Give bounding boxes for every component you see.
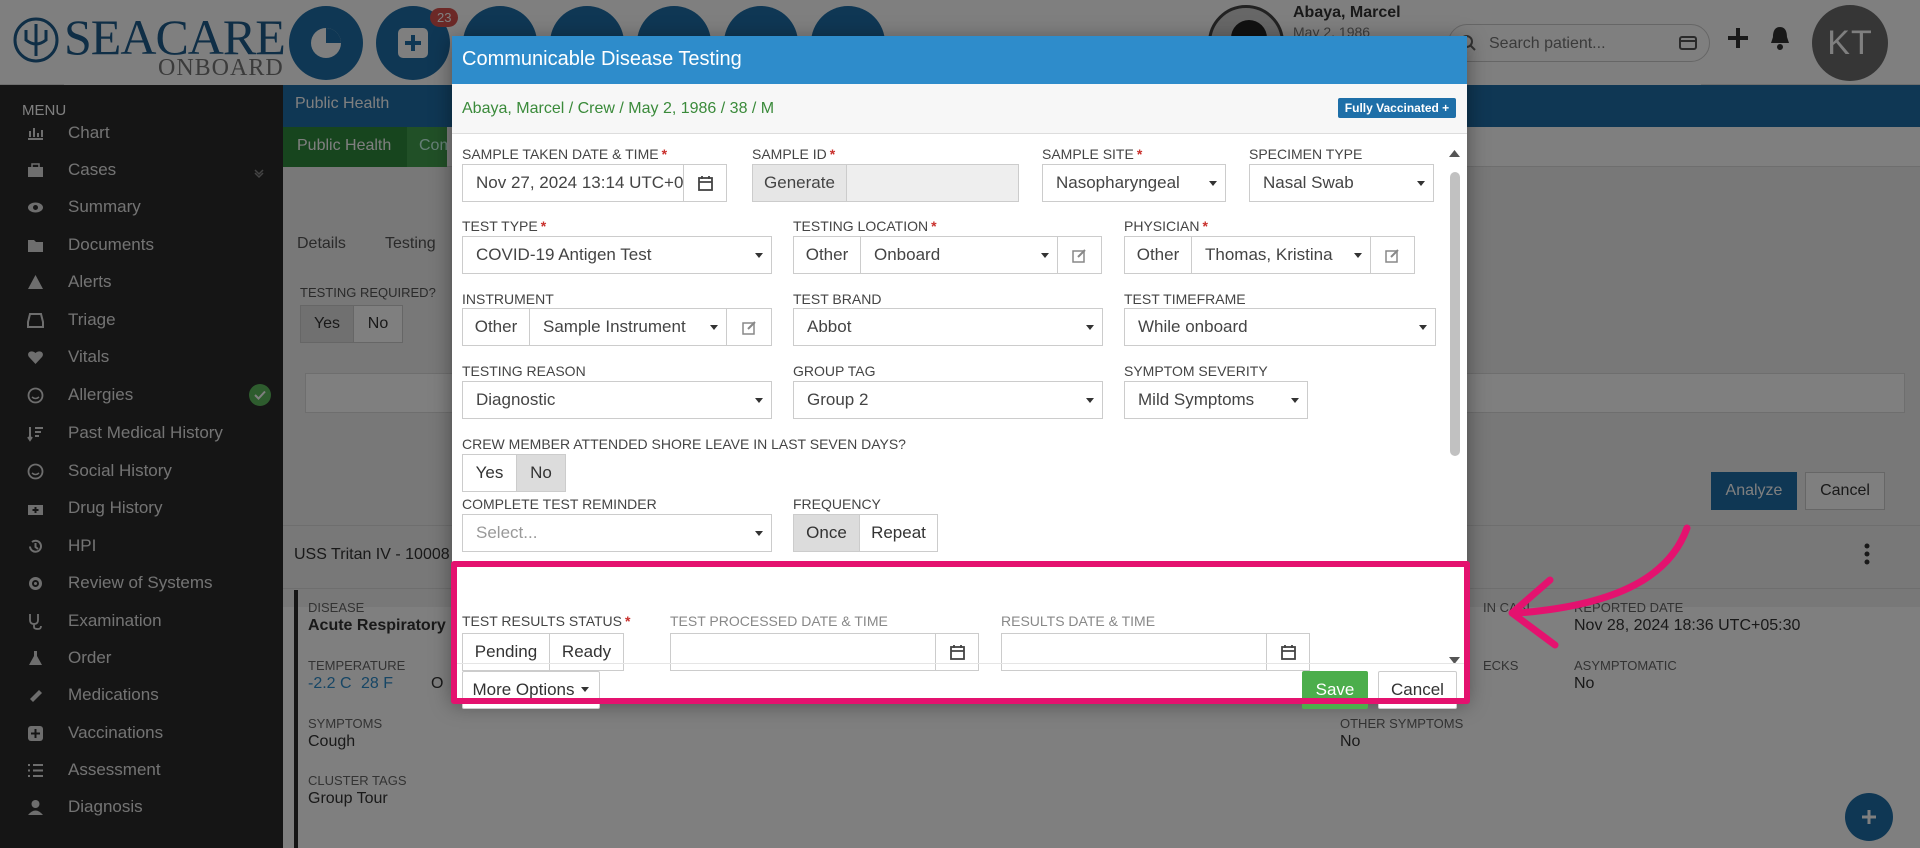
chevron-down-icon: [755, 398, 763, 403]
chevron-down-icon: [1291, 398, 1299, 403]
testing-location-label: TESTING LOCATION *: [793, 218, 937, 234]
instrument-other-button[interactable]: Other: [462, 308, 530, 346]
generate-sample-id-button[interactable]: Generate: [752, 164, 847, 202]
frequency-once[interactable]: Once: [793, 514, 860, 552]
physician-other-button[interactable]: Other: [1124, 236, 1192, 274]
test-brand-label: TEST BRAND: [793, 291, 882, 307]
shore-leave-yes[interactable]: Yes: [462, 454, 517, 492]
modal-scrollbar[interactable]: [1447, 144, 1462, 604]
chevron-down-icon: [1417, 181, 1425, 186]
group-tag-label: GROUP TAG: [793, 363, 876, 379]
frequency-label: FREQUENCY: [793, 496, 881, 512]
edit-icon: [1385, 248, 1399, 263]
chevron-down-icon: [1419, 325, 1427, 330]
chevron-down-icon: [1354, 253, 1362, 258]
test-brand-select[interactable]: Abbot: [793, 308, 1103, 346]
calendar-icon: [697, 176, 713, 191]
test-brand-value: Abbot: [807, 317, 852, 336]
sample-id-label: SAMPLE ID *: [752, 146, 836, 162]
symptom-severity-select[interactable]: Mild Symptoms: [1124, 381, 1308, 419]
test-timeframe-select[interactable]: While onboard: [1124, 308, 1436, 346]
chevron-down-icon: [1209, 181, 1217, 186]
testing-location-select[interactable]: Onboard: [860, 236, 1058, 274]
specimen-type-label: SPECIMEN TYPE: [1249, 146, 1363, 162]
shore-leave-label: CREW MEMBER ATTENDED SHORE LEAVE IN LAST…: [462, 436, 906, 452]
modal-title: Communicable Disease Testing: [452, 36, 1467, 84]
instrument-label: INSTRUMENT: [462, 291, 554, 307]
test-type-select[interactable]: COVID-19 Antigen Test: [462, 236, 772, 274]
sample-site-select[interactable]: Nasopharyngeal: [1042, 164, 1226, 202]
physician-select[interactable]: Thomas, Kristina: [1191, 236, 1371, 274]
physician-edit-button[interactable]: [1370, 236, 1415, 274]
test-timeframe-value: While onboard: [1138, 317, 1248, 336]
chevron-down-icon: [1086, 398, 1094, 403]
group-tag-select[interactable]: Group 2: [793, 381, 1103, 419]
testing-location-edit-button[interactable]: [1057, 236, 1102, 274]
specimen-type-select[interactable]: Nasal Swab: [1249, 164, 1434, 202]
test-type-label: TEST TYPE *: [462, 218, 547, 234]
physician-value: Thomas, Kristina: [1205, 245, 1333, 264]
testing-reason-value: Diagnostic: [476, 390, 556, 409]
testing-location-other-button[interactable]: Other: [793, 236, 861, 274]
test-timeframe-label: TEST TIMEFRAME: [1124, 291, 1246, 307]
chevron-down-icon: [755, 253, 763, 258]
sample-taken-label: SAMPLE TAKEN DATE & TIME *: [462, 146, 668, 162]
chevron-down-icon: [1041, 253, 1049, 258]
symptom-severity-label: SYMPTOM SEVERITY: [1124, 363, 1268, 379]
scroll-up-icon[interactable]: [1447, 148, 1462, 158]
edit-icon: [741, 320, 756, 335]
patient-info-strip: Abaya, Marcel / Crew / May 2, 1986 / 38 …: [452, 84, 1467, 134]
patient-info: Abaya, Marcel / Crew / May 2, 1986 / 38 …: [462, 100, 775, 117]
sample-id-input[interactable]: [846, 164, 1019, 202]
sample-taken-input[interactable]: Nov 27, 2024 13:14 UTC+05:30: [462, 164, 684, 202]
physician-label: PHYSICIAN *: [1124, 218, 1208, 234]
sample-taken-calendar-button[interactable]: [683, 164, 727, 202]
group-tag-value: Group 2: [807, 390, 869, 409]
sample-site-label: SAMPLE SITE *: [1042, 146, 1143, 162]
shore-leave-no[interactable]: No: [516, 454, 566, 492]
highlight-box: [451, 561, 1470, 704]
sample-site-value: Nasopharyngeal: [1056, 173, 1180, 192]
test-reminder-placeholder: Select...: [476, 523, 538, 542]
instrument-edit-button[interactable]: [726, 308, 772, 346]
chevron-down-icon: [755, 531, 763, 536]
test-reminder-label: COMPLETE TEST REMINDER: [462, 496, 657, 512]
instrument-select[interactable]: Sample Instrument: [529, 308, 727, 346]
testing-reason-select[interactable]: Diagnostic: [462, 381, 772, 419]
modal-body: SAMPLE TAKEN DATE & TIME * Nov 27, 2024 1…: [452, 134, 1467, 603]
test-type-value: COVID-19 Antigen Test: [476, 245, 652, 264]
annotation-arrow-icon: [1508, 524, 1691, 649]
testing-location-value: Onboard: [874, 245, 941, 264]
frequency-repeat[interactable]: Repeat: [859, 514, 938, 552]
chevron-down-icon: [1086, 325, 1094, 330]
test-reminder-select[interactable]: Select...: [462, 514, 772, 552]
instrument-value: Sample Instrument: [543, 317, 686, 336]
chevron-down-icon: [710, 325, 718, 330]
vaccination-status-badge[interactable]: Fully Vaccinated +: [1338, 98, 1456, 118]
symptom-severity-value: Mild Symptoms: [1138, 390, 1255, 409]
testing-reason-label: TESTING REASON: [462, 363, 586, 379]
scroll-thumb[interactable]: [1450, 172, 1460, 456]
edit-icon: [1072, 248, 1086, 263]
specimen-type-value: Nasal Swab: [1263, 173, 1354, 192]
